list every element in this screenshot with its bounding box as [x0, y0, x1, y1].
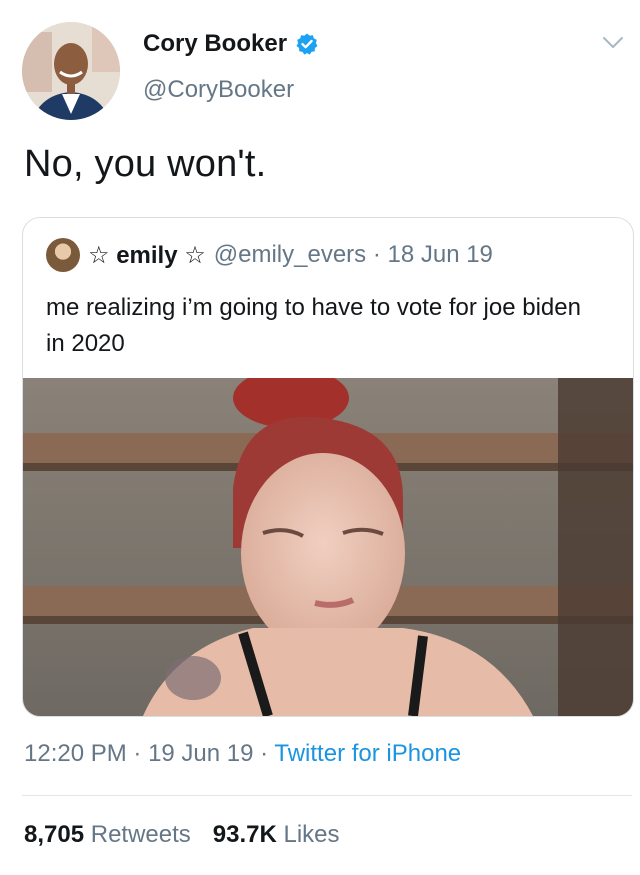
- retweets-count: 8,705: [24, 821, 85, 848]
- quoted-author-avatar: [46, 238, 80, 272]
- quoted-tweet-text: me realizing i’m going to have to vote f…: [46, 294, 581, 357]
- retweets-stat[interactable]: 8,705 Retweets: [24, 821, 191, 849]
- engagement-stats: 8,705 Retweets 93.7K Likes: [24, 821, 340, 849]
- tweet-time: 12:20 PM: [24, 740, 127, 767]
- author-handle[interactable]: @CoryBooker: [143, 76, 294, 104]
- likes-label: Likes: [283, 821, 340, 848]
- quoted-tweet-image[interactable]: [23, 378, 633, 716]
- quoted-date: 18 Jun 19: [387, 241, 493, 268]
- author-name[interactable]: Cory Booker: [143, 30, 287, 58]
- likes-stat[interactable]: 93.7K Likes: [213, 821, 340, 849]
- quoted-author-name: ☆ emily ☆: [88, 241, 206, 270]
- timestamp-separator: ·: [126, 740, 149, 767]
- quoted-tweet[interactable]: ☆ emily ☆ @emily_evers · 18 Jun 19 me re…: [22, 217, 634, 717]
- likes-count: 93.7K: [212, 821, 277, 848]
- divider: [22, 795, 632, 796]
- quoted-handle: @emily_evers: [213, 241, 367, 268]
- tweet-date: 19 Jun 19: [148, 740, 254, 767]
- author-avatar-photo: [22, 22, 120, 120]
- author-avatar[interactable]: [22, 22, 120, 120]
- star-icon: ☆: [184, 241, 206, 269]
- tweet-timestamp: 12:20 PM · 19 Jun 19 · Twitter for iPhon…: [24, 740, 461, 768]
- tweet-text: No, you won't.: [24, 143, 267, 185]
- quoted-separator: ·: [366, 241, 388, 268]
- tweet-source-link[interactable]: Twitter for iPhone: [274, 740, 461, 767]
- author-name-row[interactable]: Cory Booker: [143, 30, 319, 58]
- verified-badge-icon: [296, 33, 318, 55]
- retweets-label: Retweets: [90, 821, 191, 848]
- star-icon: ☆: [88, 241, 110, 269]
- timestamp-separator: ·: [253, 740, 275, 767]
- quoted-meta: @emily_evers · 18 Jun 19: [214, 241, 493, 269]
- quoted-tweet-header: ☆ emily ☆ @emily_evers · 18 Jun 19: [46, 238, 493, 272]
- quoted-display-name: emily: [116, 241, 178, 269]
- chevron-down-icon[interactable]: [602, 36, 624, 50]
- tweet: Cory Booker @CoryBooker No, you won't. ☆…: [0, 0, 640, 875]
